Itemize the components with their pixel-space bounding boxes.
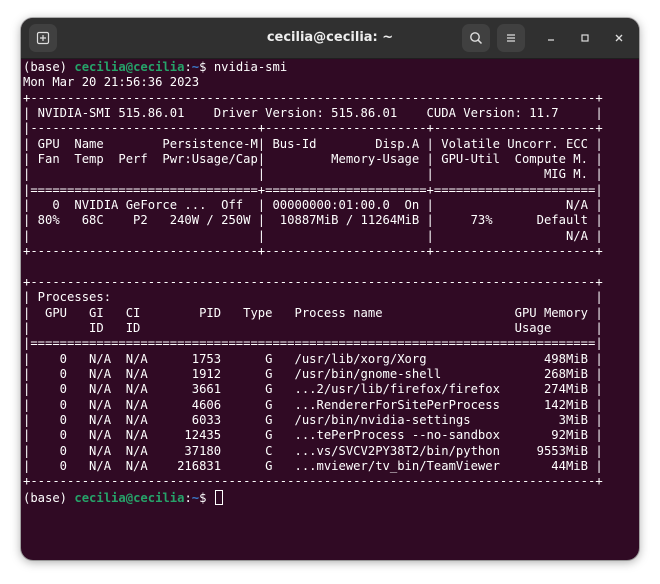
text-cursor — [214, 489, 223, 505]
conda-env: (base) — [23, 490, 75, 505]
terminal-window: cecilia@cecilia: ~ (base) cecilia@cecili… — [21, 18, 639, 560]
maximize-icon — [581, 34, 589, 42]
output-line: | 0 N/A N/A 1753 G /usr/lib/xorg/Xorg 49… — [23, 351, 603, 366]
prompt-symbol: $ — [199, 60, 214, 74]
search-button[interactable] — [462, 24, 490, 52]
output-line: Mon Mar 20 21:56:36 2023 — [23, 75, 200, 90]
command-output: Mon Mar 20 21:56:36 2023 +---------------… — [23, 75, 639, 489]
output-line: +-------------------------------+-------… — [23, 244, 603, 259]
output-line: | 0 N/A N/A 1912 G /usr/bin/gnome-shell … — [23, 366, 603, 381]
prompt-line-command: (base) cecilia@cecilia:~$ nvidia-smi — [23, 60, 639, 75]
output-line: +---------------------------------------… — [23, 274, 603, 289]
minimize-icon — [548, 39, 554, 41]
conda-env: (base) — [23, 60, 75, 74]
output-line: | 0 N/A N/A 37180 C ...vs/SVCV2PY38T2/bi… — [23, 443, 603, 458]
output-line: +---------------------------------------… — [23, 90, 603, 105]
output-line: | GPU GI CI PID Type Process name GPU Me… — [23, 305, 603, 320]
prompt-user-host: cecilia@cecilia — [74, 490, 185, 505]
output-line: | 0 NVIDIA GeForce ... Off | 00000000:01… — [23, 198, 603, 213]
hamburger-menu-icon — [507, 34, 515, 42]
output-line: | 0 N/A N/A 6033 G /usr/bin/nvidia-setti… — [23, 412, 603, 427]
close-button[interactable] — [607, 26, 631, 50]
search-icon — [470, 32, 483, 45]
close-icon — [615, 34, 623, 42]
output-line: | 0 N/A N/A 12435 G ...tePerProcess --no… — [23, 428, 603, 443]
titlebar: cecilia@cecilia: ~ — [21, 18, 639, 59]
menu-button[interactable] — [497, 24, 525, 52]
output-line: | 0 N/A N/A 4606 G ...RendererForSitePer… — [23, 397, 603, 412]
output-line: | 80% 68C P2 240W / 250W | 10887MiB / 11… — [23, 213, 603, 228]
output-line: | GPU Name Persistence-M| Bus-Id Disp.A … — [23, 136, 603, 151]
output-line: | Fan Temp Perf Pwr:Usage/Cap| Memory-Us… — [23, 152, 603, 167]
terminal-output[interactable]: (base) cecilia@cecilia:~$ nvidia-smi Mon… — [21, 59, 639, 560]
output-line: | 0 N/A N/A 216831 G ...mviewer/tv_bin/T… — [23, 458, 603, 473]
maximize-button[interactable] — [573, 26, 597, 50]
prompt-separator: : — [184, 490, 192, 505]
prompt-user-host: cecilia@cecilia — [74, 60, 185, 74]
output-line: |===============================+=======… — [23, 182, 603, 197]
output-line: | ID ID Usage | — [23, 320, 603, 335]
prompt-separator: : — [184, 60, 192, 74]
output-line: |-------------------------------+-------… — [23, 121, 603, 136]
output-line: |=======================================… — [23, 336, 603, 351]
output-line: | NVIDIA-SMI 515.86.01 Driver Version: 5… — [23, 106, 603, 121]
output-line: | | | MIG M. | — [23, 167, 603, 182]
prompt-line-current[interactable]: (base) cecilia@cecilia:~$ — [23, 489, 639, 505]
prompt-symbol: $ — [199, 490, 214, 505]
command-text: nvidia-smi — [213, 60, 288, 74]
minimize-button[interactable] — [539, 26, 563, 50]
output-line: +---------------------------------------… — [23, 474, 603, 489]
output-line: | Processes: | — [23, 290, 603, 305]
output-line: | 0 N/A N/A 3661 G ...2/usr/lib/firefox/… — [23, 382, 603, 397]
output-line: | | | N/A | — [23, 228, 603, 243]
